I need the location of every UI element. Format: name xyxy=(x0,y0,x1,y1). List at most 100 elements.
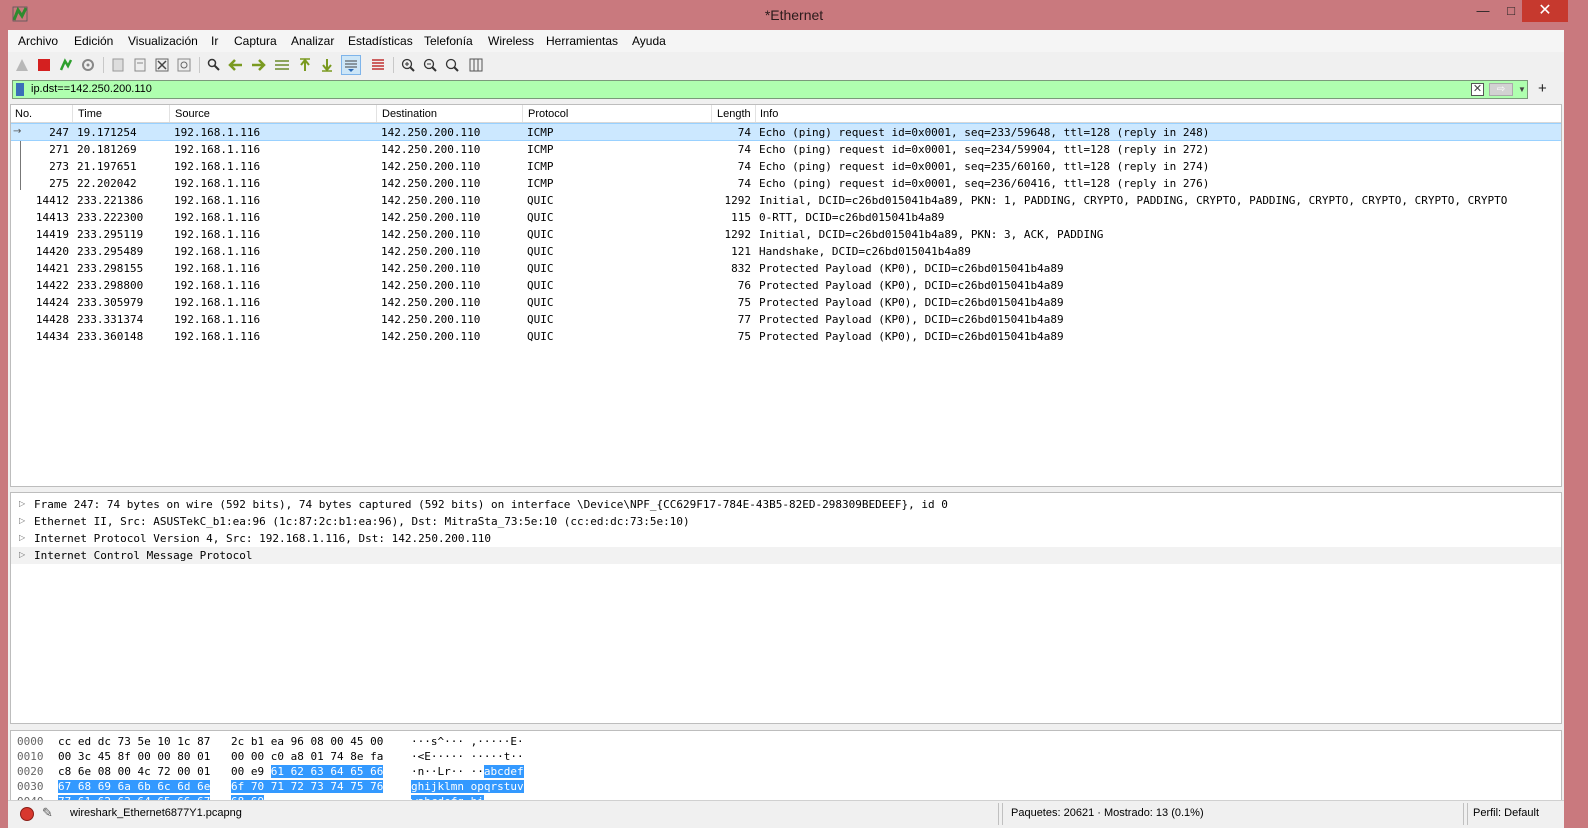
add-filter-button-icon[interactable]: + xyxy=(1538,80,1547,98)
column-header-no[interactable]: No. xyxy=(15,108,32,120)
bytes-hex[interactable]: cc ed dc 73 5e 10 1c 87 xyxy=(58,735,210,748)
packet-row[interactable]: 14412 233.221386 192.168.1.116 142.250.2… xyxy=(11,192,1561,208)
bytes-ascii[interactable]: ·n··Lr·· ··abcdef xyxy=(411,765,524,778)
menu-captura[interactable]: Captura xyxy=(234,34,277,48)
bytes-ascii[interactable]: ···s^··· ,·····E· xyxy=(411,735,524,748)
packet-list[interactable]: No. Time Source Destination Protocol Len… xyxy=(10,104,1562,487)
bytes-hex[interactable]: 00 e9 61 62 63 64 65 66 xyxy=(231,765,384,778)
expert-info-icon[interactable] xyxy=(20,807,34,821)
menu-telefonia[interactable]: Telefonía xyxy=(424,34,473,48)
menu-ir[interactable]: Ir xyxy=(211,34,218,48)
bookmark-icon[interactable] xyxy=(16,83,24,96)
zoom-in-icon[interactable] xyxy=(398,55,418,75)
packet-row[interactable]: 14434 233.360148 192.168.1.116 142.250.2… xyxy=(11,328,1561,344)
column-divider[interactable] xyxy=(711,105,712,122)
packet-row[interactable]: 14428 233.331374 192.168.1.116 142.250.2… xyxy=(11,311,1561,327)
packet-row[interactable]: 14424 233.305979 192.168.1.116 142.250.2… xyxy=(11,294,1561,310)
restart-capture-icon[interactable] xyxy=(56,55,76,75)
status-profile[interactable]: Perfil: Default xyxy=(1473,807,1539,819)
colorize-icon[interactable] xyxy=(368,55,388,75)
column-divider[interactable] xyxy=(72,105,73,122)
column-divider[interactable] xyxy=(755,105,756,122)
bytes-hex-highlighted[interactable]: 6f 70 71 72 73 74 75 76 xyxy=(231,780,384,793)
menu-visualizacion[interactable]: Visualización xyxy=(128,34,198,48)
packet-row[interactable]: 14422 233.298800 192.168.1.116 142.250.2… xyxy=(11,277,1561,293)
bytes-hex-highlighted[interactable]: 67 68 69 6a 6b 6c 6d 6e xyxy=(58,780,211,793)
start-capture-icon[interactable] xyxy=(12,55,32,75)
detail-tree-item-ipv4[interactable]: ▷ Internet Protocol Version 4, Src: 192.… xyxy=(11,530,1561,547)
column-header-destination[interactable]: Destination xyxy=(382,108,437,120)
clear-filter-icon[interactable]: ✕ xyxy=(1471,83,1484,96)
expand-arrow-icon[interactable]: ▷ xyxy=(19,533,25,542)
packet-row[interactable]: 271 20.181269 192.168.1.116 142.250.200.… xyxy=(11,141,1561,157)
column-header-info[interactable]: Info xyxy=(760,108,778,120)
close-button[interactable]: ✕ xyxy=(1522,0,1568,22)
menu-ayuda[interactable]: Ayuda xyxy=(632,34,666,48)
apply-filter-icon[interactable]: ⇨ xyxy=(1489,83,1513,96)
capture-comment-icon[interactable]: ✎ xyxy=(42,805,53,821)
packet-row-selected[interactable]: → 247 19.171254 192.168.1.116 142.250.20… xyxy=(11,123,1561,141)
packet-row[interactable]: 275 22.202042 192.168.1.116 142.250.200.… xyxy=(11,175,1561,191)
bytes-ascii-highlighted[interactable]: ghijklmn opqrstuv xyxy=(411,780,524,793)
last-packet-icon[interactable] xyxy=(317,55,337,75)
resize-columns-icon[interactable] xyxy=(466,55,486,75)
save-file-icon[interactable] xyxy=(130,55,150,75)
menu-edicion[interactable]: Edición xyxy=(74,34,113,48)
expand-arrow-icon[interactable]: ▷ xyxy=(19,499,25,508)
column-header-length[interactable]: Length xyxy=(717,108,751,120)
packet-length: 74 xyxy=(737,126,751,139)
detail-text: Internet Protocol Version 4, Src: 192.16… xyxy=(34,532,491,545)
display-filter-input[interactable]: ip.dst==142.250.200.110 ✕ ⇨ ▼ xyxy=(12,80,1528,99)
expand-arrow-icon[interactable]: ▷ xyxy=(19,516,25,525)
close-file-icon[interactable] xyxy=(152,55,172,75)
packet-info: Protected Payload (KP0), DCID=c26bd01504… xyxy=(759,279,1064,292)
packet-row[interactable]: 14421 233.298155 192.168.1.116 142.250.2… xyxy=(11,260,1561,276)
packet-row[interactable]: 273 21.197651 192.168.1.116 142.250.200.… xyxy=(11,158,1561,174)
packet-info: Protected Payload (KP0), DCID=c26bd01504… xyxy=(759,313,1064,326)
go-to-packet-icon[interactable] xyxy=(272,55,292,75)
minimize-button[interactable]: — xyxy=(1468,0,1498,22)
detail-tree-item-icmp[interactable]: ▷ Internet Control Message Protocol xyxy=(11,547,1561,564)
capture-options-icon[interactable] xyxy=(78,55,98,75)
title-bar[interactable]: *Ethernet — □ ✕ xyxy=(0,0,1588,30)
open-file-icon[interactable] xyxy=(108,55,128,75)
packet-row[interactable]: 14420 233.295489 192.168.1.116 142.250.2… xyxy=(11,243,1561,259)
filter-history-dropdown-icon[interactable]: ▼ xyxy=(1518,83,1528,96)
first-packet-icon[interactable] xyxy=(295,55,315,75)
expand-arrow-icon[interactable]: ▷ xyxy=(19,550,25,559)
detail-tree-item-frame[interactable]: ▷ Frame 247: 74 bytes on wire (592 bits)… xyxy=(11,496,1561,513)
stop-capture-icon[interactable] xyxy=(34,55,54,75)
menu-analizar[interactable]: Analizar xyxy=(291,34,334,48)
packet-details-pane[interactable]: ▷ Frame 247: 74 bytes on wire (592 bits)… xyxy=(10,492,1562,724)
packet-length: 77 xyxy=(737,313,751,326)
packet-info: Handshake, DCID=c26bd015041b4a89 xyxy=(759,245,971,258)
packet-row[interactable]: 14419 233.295119 192.168.1.116 142.250.2… xyxy=(11,226,1561,242)
menu-wireless[interactable]: Wireless xyxy=(488,34,534,48)
menu-estadisticas[interactable]: Estadísticas xyxy=(348,34,413,48)
menu-herramientas[interactable]: Herramientas xyxy=(546,34,618,48)
bytes-hex[interactable]: 00 3c 45 8f 00 00 80 01 xyxy=(58,750,210,763)
packet-info: Protected Payload (KP0), DCID=c26bd01504… xyxy=(759,262,1064,275)
display-filter-value[interactable]: ip.dst==142.250.200.110 xyxy=(31,83,152,95)
reload-file-icon[interactable] xyxy=(174,55,194,75)
find-packet-icon[interactable] xyxy=(204,55,224,75)
packet-info: Echo (ping) request id=0x0001, seq=234/5… xyxy=(759,143,1210,156)
autoscroll-icon[interactable] xyxy=(341,55,361,75)
packet-row[interactable]: 14413 233.222300 192.168.1.116 142.250.2… xyxy=(11,209,1561,225)
go-forward-icon[interactable] xyxy=(248,55,268,75)
detail-tree-item-ethernet[interactable]: ▷ Ethernet II, Src: ASUSTekC_b1:ea:96 (1… xyxy=(11,513,1561,530)
go-back-icon[interactable] xyxy=(226,55,246,75)
zoom-out-icon[interactable] xyxy=(420,55,440,75)
column-header-protocol[interactable]: Protocol xyxy=(528,108,568,120)
bytes-hex[interactable]: 2c b1 ea 96 08 00 45 00 xyxy=(231,735,383,748)
column-divider[interactable] xyxy=(376,105,377,122)
column-header-time[interactable]: Time xyxy=(78,108,102,120)
bytes-hex[interactable]: c8 6e 08 00 4c 72 00 01 xyxy=(58,765,210,778)
bytes-ascii[interactable]: ·<E····· ·····t·· xyxy=(411,750,524,763)
zoom-normal-icon[interactable] xyxy=(442,55,462,75)
column-divider[interactable] xyxy=(522,105,523,122)
bytes-hex[interactable]: 00 00 c0 a8 01 74 8e fa xyxy=(231,750,383,763)
column-header-source[interactable]: Source xyxy=(175,108,210,120)
column-divider[interactable] xyxy=(169,105,170,122)
menu-archivo[interactable]: Archivo xyxy=(18,34,58,48)
